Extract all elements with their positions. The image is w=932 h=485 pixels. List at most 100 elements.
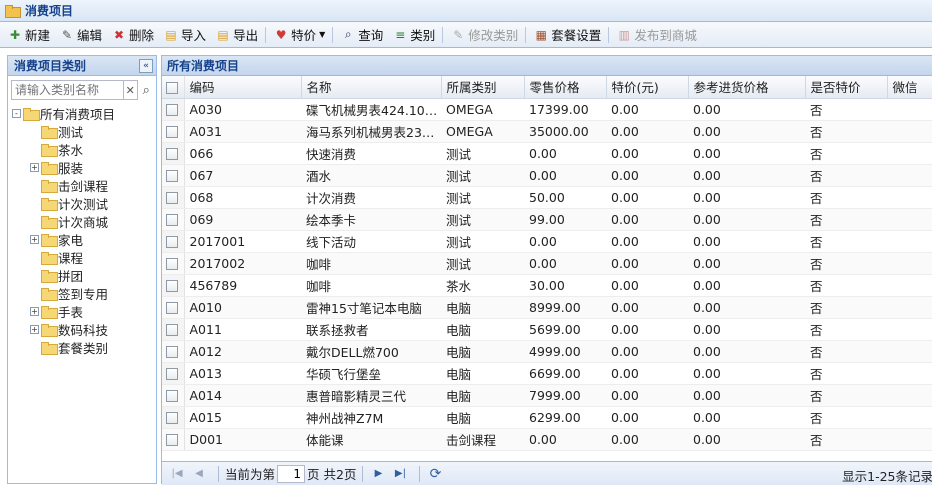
refresh-icon[interactable]: ⟳ <box>426 465 444 483</box>
table-row[interactable]: A031海马系列机械男表231.10.42.21.01.001OMEGA3500… <box>162 120 932 143</box>
expand-icon[interactable]: + <box>30 234 39 244</box>
row-checkbox[interactable] <box>166 302 178 314</box>
table-cell: 0.00 <box>688 186 805 209</box>
table-cell: 戴尔DELL燃700 <box>301 340 441 363</box>
toolbar-button-9[interactable]: ▦ 套餐设置 <box>530 24 604 46</box>
toolbar-button-1[interactable]: ✎ 编辑 <box>56 24 105 46</box>
table-cell: D001 <box>184 428 301 451</box>
tree-node[interactable]: - 所有消费项目 <box>12 104 156 122</box>
table-row[interactable]: A030碟飞机械男表424.10.37.20.02.001OMEGA17399.… <box>162 98 932 121</box>
tree-node[interactable]: 课程 <box>12 248 156 266</box>
tree-node-label: 签到专用 <box>58 286 109 302</box>
row-checkbox[interactable] <box>166 192 178 204</box>
collapse-icon[interactable]: « <box>139 58 153 73</box>
last-page-icon[interactable]: ▶| <box>391 465 409 483</box>
tree-node[interactable]: 签到专用 <box>12 284 156 302</box>
row-checkbox[interactable] <box>166 258 178 270</box>
select-all-cell <box>162 76 185 99</box>
expand-icon[interactable]: + <box>30 324 39 334</box>
column-header[interactable]: 零售价格 <box>524 76 607 99</box>
table-cell <box>887 98 932 121</box>
tree-node[interactable]: + 数码科技 <box>12 320 156 338</box>
table-cell: 0.00 <box>688 120 805 143</box>
clear-icon[interactable]: ✕ <box>124 80 138 100</box>
table-cell: 惠普暗影精灵三代 <box>301 384 441 407</box>
toolbar-button-2[interactable]: ✖ 删除 <box>108 24 157 46</box>
row-checkbox[interactable] <box>166 324 178 336</box>
table-row[interactable]: A014 惠普暗影精灵三代 电脑 7999.00 0.00 0.00 否 <box>162 384 932 407</box>
row-checkbox[interactable] <box>166 214 178 226</box>
category-search-input[interactable] <box>11 80 124 100</box>
tree-node[interactable]: 拼团 <box>12 266 156 284</box>
row-checkbox[interactable] <box>166 280 178 292</box>
table-row[interactable]: A013 华硕飞行堡垒 电脑 6699.00 0.00 0.00 否 <box>162 362 932 385</box>
row-checkbox[interactable] <box>166 390 178 402</box>
collapse-tree-icon[interactable]: - <box>12 108 21 118</box>
toolbar-button-10[interactable]: ▥ 发布到商城 <box>613 24 700 46</box>
table-row[interactable]: A015 神州战神Z7M 电脑 6299.00 0.00 0.00 否 <box>162 406 932 429</box>
table-cell: 测试 <box>441 208 524 231</box>
toolbar-button-4[interactable]: ▤ 导出 <box>212 24 261 46</box>
row-checkbox[interactable] <box>166 412 178 424</box>
row-checkbox[interactable] <box>166 170 178 182</box>
row-checkbox[interactable] <box>166 104 178 116</box>
table-cell: 联系拯救者 <box>301 318 441 341</box>
column-header[interactable]: 名称 <box>301 76 442 99</box>
table-row[interactable]: A010 雷神15寸笔记本电脑 电脑 8999.00 0.00 0.00 否 <box>162 296 932 319</box>
row-checkbox[interactable] <box>166 236 178 248</box>
toolbar-button-6[interactable]: ⌕ 查询 <box>337 24 386 46</box>
tree-node[interactable]: 茶水 <box>12 140 156 158</box>
table-row[interactable]: 069 绘本季卡 测试 99.00 0.00 0.00 否 <box>162 208 932 231</box>
table-cell: 0.00 <box>688 362 805 385</box>
table-row[interactable]: A011 联系拯救者 电脑 5699.00 0.00 0.00 否 <box>162 318 932 341</box>
row-checkbox[interactable] <box>166 434 178 446</box>
tree-node[interactable]: 击剑课程 <box>12 176 156 194</box>
toolbar-button-8[interactable]: ✎ 修改类别 <box>447 24 521 46</box>
table-cell <box>887 274 932 297</box>
folder-icon <box>41 179 58 193</box>
toolbar-button-5[interactable]: ♥ 特价 ▼ <box>270 24 328 46</box>
tree-node[interactable]: 计次测试 <box>12 194 156 212</box>
column-header[interactable]: 所属类别 <box>441 76 525 99</box>
table-row[interactable]: 2017001 线下活动 测试 0.00 0.00 0.00 否 <box>162 230 932 253</box>
divider <box>362 465 364 482</box>
column-header[interactable]: 是否特价 <box>805 76 888 99</box>
row-checkbox[interactable] <box>166 368 178 380</box>
table-row[interactable]: D001 体能课 击剑课程 0.00 0.00 0.00 否 <box>162 428 932 451</box>
column-header[interactable]: 编码 <box>184 76 302 99</box>
toolbar-button-0[interactable]: ✚ 新建 <box>4 24 53 46</box>
chevron-down-icon: ▼ <box>319 30 326 39</box>
table-row[interactable]: A012 戴尔DELL燃700 电脑 4999.00 0.00 0.00 否 <box>162 340 932 363</box>
tree-node[interactable]: 计次商城 <box>12 212 156 230</box>
column-header[interactable]: 微信 <box>887 76 932 99</box>
page-number-input[interactable] <box>277 464 306 483</box>
table-cell: A014 <box>184 384 301 407</box>
tree-node-label: 测试 <box>58 124 84 140</box>
table-row[interactable]: 456789 咖啡 茶水 30.00 0.00 0.00 否 <box>162 274 932 297</box>
toolbar-button-7[interactable]: ≡ 类别 <box>389 24 438 46</box>
tree-node[interactable]: 套餐类别 <box>12 338 156 356</box>
select-all-checkbox[interactable] <box>166 81 178 94</box>
toolbar-button-3[interactable]: ▤ 导入 <box>160 24 209 46</box>
prev-page-icon[interactable]: ◀ <box>190 465 208 483</box>
table-cell: 否 <box>805 362 887 385</box>
tree-node[interactable]: + 服装 <box>12 158 156 176</box>
row-checkbox[interactable] <box>166 126 178 138</box>
row-checkbox[interactable] <box>166 148 178 160</box>
next-page-icon[interactable]: ▶ <box>369 465 387 483</box>
search-icon[interactable]: ⌕ <box>140 80 153 100</box>
table-row[interactable]: 067 酒水 测试 0.00 0.00 0.00 否 <box>162 164 932 187</box>
toolbar-button-label: 类别 <box>410 28 436 43</box>
table-row[interactable]: 2017002 咖啡 测试 0.00 0.00 0.00 否 <box>162 252 932 275</box>
first-page-icon[interactable]: |◀ <box>168 465 186 483</box>
table-row[interactable]: 066 快速消费 测试 0.00 0.00 0.00 否 <box>162 142 932 165</box>
tree-node[interactable]: 测试 <box>12 122 156 140</box>
expand-icon[interactable]: + <box>30 162 39 172</box>
tree-node[interactable]: + 手表 <box>12 302 156 320</box>
expand-icon[interactable]: + <box>30 306 39 316</box>
tree-node[interactable]: + 家电 <box>12 230 156 248</box>
table-row[interactable]: 068 计次消费 测试 50.00 0.00 0.00 否 <box>162 186 932 209</box>
column-header[interactable]: 参考进货价格 <box>688 76 806 99</box>
column-header[interactable]: 特价(元) <box>606 76 689 99</box>
row-checkbox[interactable] <box>166 346 178 358</box>
